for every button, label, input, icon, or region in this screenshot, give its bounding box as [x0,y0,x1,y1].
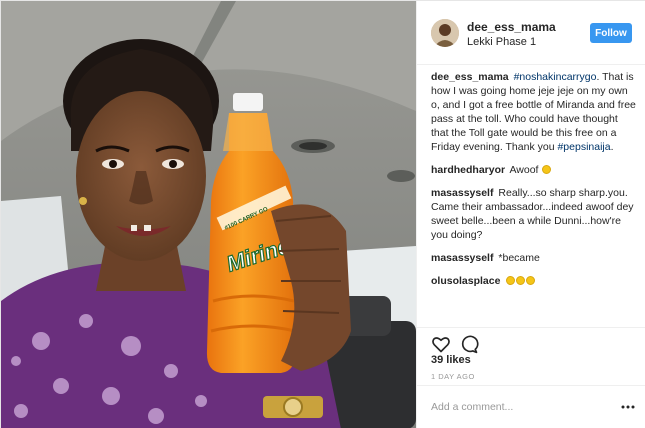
post-side-panel: dee_ess_mama Lekki Phase 1 Follow dee_es… [416,1,645,428]
caption: dee_ess_mama #noshakincarrygo. That is h… [431,70,637,154]
post-username[interactable]: dee_ess_mama [467,20,556,34]
comment-username[interactable]: olusolasplace [431,275,500,287]
avatar-image [431,19,459,47]
avatar[interactable] [431,19,459,47]
comment-item: masassyself *became [431,251,637,265]
comment-item: masassyself Really...so sharp sharp.you.… [431,186,637,242]
heart-icon[interactable] [431,334,451,354]
instagram-post: #100 CARRY GO Mirinda dee_ess_mama Lekki [0,0,645,428]
post-timestamp[interactable]: 1 DAY AGO [431,372,475,381]
comment-item: hardhedharyor Awoof [431,163,637,177]
comment-username[interactable]: masassyself [431,187,493,199]
follow-button[interactable]: Follow [590,23,632,43]
post-photo[interactable]: #100 CARRY GO Mirinda [1,1,416,428]
comment-text: Awoof [509,164,539,176]
add-comment-bar [417,385,645,428]
comment-item: olusolasplace [431,274,637,288]
caption-username[interactable]: dee_ess_mama [431,71,509,83]
post-header: dee_ess_mama Lekki Phase 1 Follow [417,1,645,65]
comment-input[interactable] [431,399,601,415]
comment-username[interactable]: hardhedharyor [431,164,505,176]
more-options-icon[interactable] [621,402,635,412]
likes-count[interactable]: 39 likes [431,354,471,366]
comment-bubble-icon[interactable] [459,334,479,354]
caption-text-end: . [610,141,614,153]
comment-username[interactable]: masassyself [431,252,493,264]
comments-list: dee_ess_mama #noshakincarrygo. That is h… [431,70,637,297]
laughing-emoji-icon [516,276,526,285]
photo-illustration: #100 CARRY GO Mirinda [1,1,416,428]
action-bar [417,327,645,354]
post-location[interactable]: Lekki Phase 1 [467,36,536,48]
hashtag-link[interactable]: #noshakincarrygo [514,71,597,83]
hashtag-link[interactable]: #pepsinaija [557,141,610,153]
laughing-emoji-icon [506,276,516,285]
comment-text: *became [498,252,540,264]
laughing-emoji-icon [526,276,536,285]
laughing-emoji-icon [542,165,552,174]
